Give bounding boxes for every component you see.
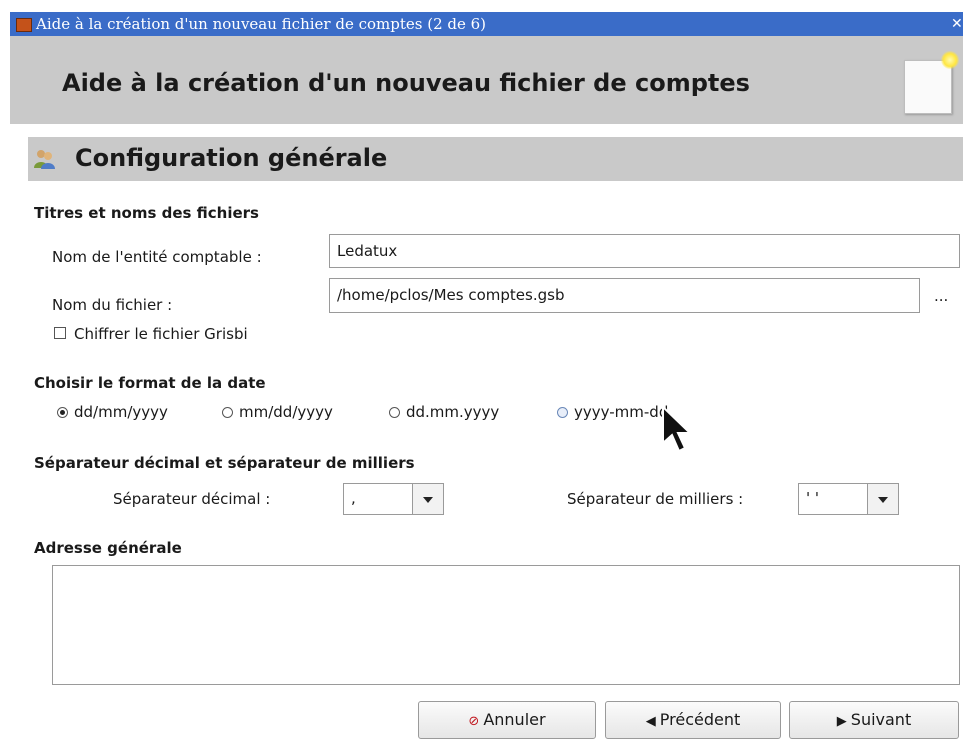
encrypt-checkbox[interactable]	[54, 327, 66, 339]
cancel-label: Annuler	[483, 710, 546, 729]
separator-heading: Séparateur décimal et séparateur de mill…	[34, 454, 415, 472]
mouse-cursor-icon	[662, 405, 693, 453]
previous-button[interactable]: ◀ Précédent	[605, 701, 781, 739]
chevron-down-icon[interactable]	[867, 484, 898, 514]
window-title: Aide à la création d'un nouveau fichier …	[36, 15, 487, 33]
date-option-mmddyyyy[interactable]: mm/dd/yyyy	[222, 403, 333, 421]
next-button[interactable]: ▶ Suivant	[789, 701, 959, 739]
encrypt-checkbox-row[interactable]: Chiffrer le fichier Grisbi	[54, 325, 248, 343]
page-title: Aide à la création d'un nouveau fichier …	[62, 69, 750, 97]
radio-dot[interactable]	[389, 407, 400, 418]
decimal-separator-combo[interactable]: ,	[343, 483, 444, 515]
assistant-header: Aide à la création d'un nouveau fichier …	[10, 36, 963, 124]
titles-heading: Titres et noms des fichiers	[34, 204, 259, 222]
address-textarea[interactable]	[52, 565, 960, 685]
previous-label: Précédent	[659, 710, 741, 729]
browse-button[interactable]: ...	[934, 287, 948, 305]
encrypt-label: Chiffrer le fichier Grisbi	[74, 325, 248, 343]
arrow-left-icon: ◀	[645, 714, 656, 729]
users-icon	[34, 150, 55, 169]
arrow-right-icon: ▶	[836, 714, 847, 729]
date-option-label: yyyy-mm-dd.	[574, 403, 674, 421]
cancel-icon: ⊘	[468, 714, 480, 729]
entity-label: Nom de l'entité comptable :	[52, 248, 262, 266]
date-option-dd-mm-yyyy[interactable]: dd.mm.yyyy	[389, 403, 499, 421]
section-header: Configuration générale	[28, 137, 963, 181]
thousands-separator-combo[interactable]: ' '	[798, 483, 899, 515]
date-format-heading: Choisir le format de la date	[34, 374, 266, 392]
new-document-icon	[904, 51, 959, 114]
window-titlebar[interactable]: Aide à la création d'un nouveau fichier …	[10, 12, 963, 36]
chevron-down-icon[interactable]	[412, 484, 443, 514]
date-option-label: dd/mm/yyyy	[74, 403, 168, 421]
next-label: Suivant	[850, 710, 912, 729]
filename-input[interactable]: /home/pclos/Mes comptes.gsb	[329, 278, 920, 313]
address-heading: Adresse générale	[34, 539, 182, 557]
date-option-ddmmyyyy[interactable]: dd/mm/yyyy	[57, 403, 168, 421]
thousands-separator-label: Séparateur de milliers :	[567, 490, 744, 508]
entity-name-input[interactable]: Ledatux	[329, 234, 960, 268]
radio-dot[interactable]	[57, 407, 68, 418]
thousands-separator-value: ' '	[806, 489, 820, 507]
date-option-label: mm/dd/yyyy	[239, 403, 333, 421]
section-title: Configuration générale	[75, 144, 388, 172]
decimal-separator-label: Séparateur décimal :	[113, 490, 271, 508]
filename-label: Nom du fichier :	[52, 296, 173, 314]
app-icon	[16, 18, 32, 32]
decimal-separator-value: ,	[351, 489, 356, 507]
radio-dot[interactable]	[557, 407, 568, 418]
cancel-button[interactable]: ⊘ Annuler	[418, 701, 596, 739]
close-icon[interactable]: ✕	[951, 12, 963, 36]
date-option-label: dd.mm.yyyy	[406, 403, 500, 421]
radio-dot[interactable]	[222, 407, 233, 418]
date-option-iso[interactable]: yyyy-mm-dd.	[557, 403, 673, 421]
